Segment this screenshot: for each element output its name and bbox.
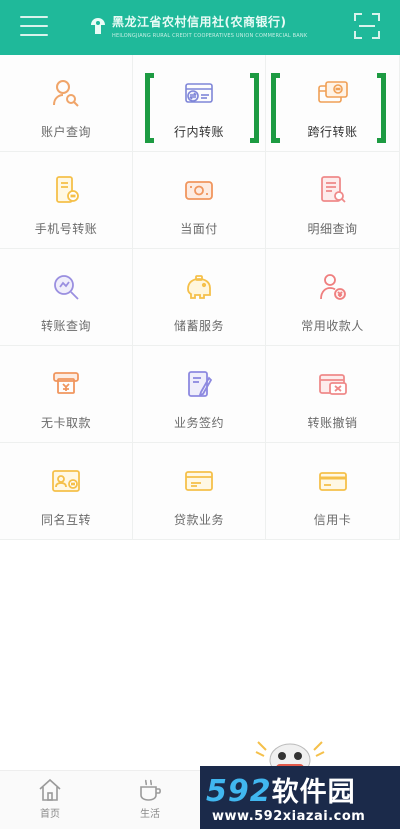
credit-card-icon [318, 472, 347, 491]
bank-name-en: HEILONGJIANG RURAL CREDIT COOPERATIVES U… [112, 33, 308, 39]
phone-transfer-icon [56, 176, 79, 203]
life-icon [140, 779, 161, 801]
watermark: 592软件园 www.592xiazai.com [200, 766, 400, 829]
grid-item-label: 转账查询 [40, 319, 91, 333]
bank-name: 黑龙江省农村信用社(农商银行) [112, 15, 287, 29]
nav-label: 生活 [140, 809, 160, 820]
highlight-bracket-left [145, 73, 154, 143]
grid-item-label: 贷款业务 [173, 513, 224, 527]
grid-item-label: 业务签约 [173, 416, 224, 430]
grid-item-same-name-transfer[interactable]: 同名互转 [0, 443, 133, 540]
nav-item-home[interactable]: 首页 [20, 777, 80, 827]
watermark-brand-number: 592 [206, 774, 272, 809]
detail-query-icon [320, 176, 346, 203]
loan-icon [185, 471, 213, 491]
account-query-icon [53, 80, 79, 107]
highlight-bracket-right [250, 73, 259, 143]
grid-item-loan[interactable]: 贷款业务 [133, 443, 266, 540]
grid-item-detail-query[interactable]: 明细查询 [266, 152, 400, 249]
grid-item-contract[interactable]: 业务签约 [133, 346, 266, 443]
grid-item-label: 无卡取款 [40, 416, 91, 430]
grid-item-credit-card[interactable]: 信用卡 [266, 443, 400, 540]
watermark-brand-cn: 软件园 [271, 777, 356, 808]
grid-item-cardless-withdraw[interactable]: 无卡取款 [0, 346, 133, 443]
contract-icon [188, 371, 213, 397]
home-icon [39, 778, 61, 801]
grid-item-label: 账户查询 [40, 125, 91, 139]
grid-item-transfer-cancel[interactable]: 转账撤销 [266, 346, 400, 443]
grid-item-label: 转账撤销 [307, 416, 358, 430]
transfer-cancel-icon [318, 374, 347, 395]
intra-bank-transfer-icon [185, 83, 213, 103]
watermark-brand: 592软件园 [206, 770, 356, 809]
cardless-withdraw-icon [53, 372, 79, 394]
grid-item-label: 储蓄服务 [173, 319, 224, 333]
grid-item-transfer-query[interactable]: 转账查询 [0, 249, 133, 346]
bank-logo-icon [91, 18, 105, 34]
grid-item-label: 同名互转 [40, 513, 91, 527]
savings-icon [187, 275, 211, 299]
grid-item-label: 常用收款人 [301, 319, 364, 333]
payee-icon [319, 274, 346, 300]
transfer-query-icon [54, 275, 79, 300]
highlight-bracket-right [377, 73, 386, 143]
grid-item-label: 当面付 [180, 222, 218, 236]
app-header: 黑龙江省农村信用社(农商银行) HEILONGJIANG RURAL CREDI… [0, 0, 400, 55]
nav-item-life[interactable]: 生活 [120, 777, 180, 827]
highlight-bracket-left [271, 73, 280, 143]
grid-item-savings[interactable]: 储蓄服务 [133, 249, 266, 346]
grid-item-account-query[interactable]: 账户查询 [0, 55, 133, 152]
same-name-transfer-icon [52, 470, 80, 492]
grid-item-label: 手机号转账 [34, 222, 98, 236]
menu-icon[interactable] [20, 16, 48, 38]
inter-bank-transfer-icon [317, 81, 348, 103]
grid-item-phone-transfer[interactable]: 手机号转账 [0, 152, 133, 249]
grid-item-label: 明细查询 [307, 222, 358, 236]
nav-label: 首页 [40, 809, 60, 820]
face-pay-icon [185, 181, 213, 200]
watermark-url: www.592xiazai.com [212, 809, 366, 824]
grid-item-face-pay[interactable]: 当面付 [133, 152, 266, 249]
function-grid: 账户查询 行内转账 跨行转账 手机号转账 当面付 明细查询 转账查询 储蓄服务 … [0, 55, 400, 542]
grid-item-label: 信用卡 [313, 513, 352, 527]
grid-item-payee[interactable]: 常用收款人 [266, 249, 400, 346]
scan-icon[interactable] [353, 12, 381, 40]
